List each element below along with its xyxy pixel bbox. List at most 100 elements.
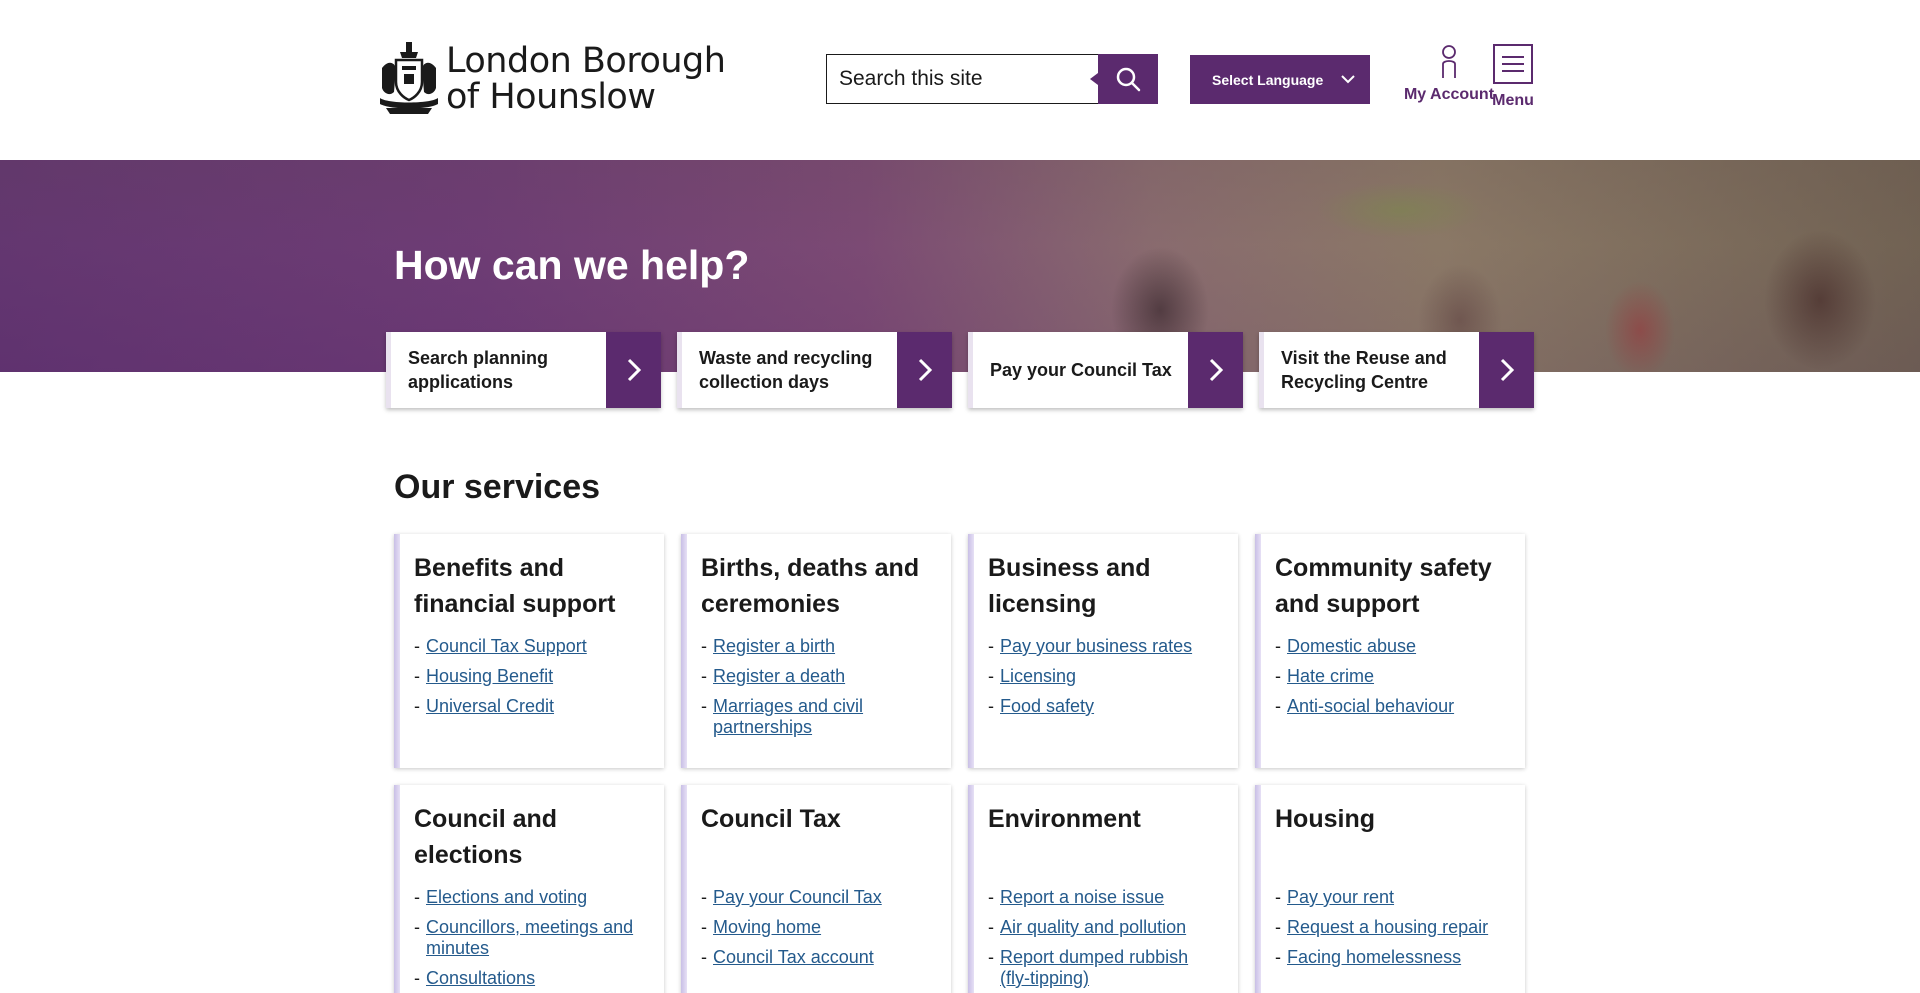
- service-card-title: Business and licensing: [988, 554, 1151, 618]
- service-card-housing: Housing Pay your rent Request a housing …: [1255, 785, 1525, 993]
- service-card-title: Council and elections: [414, 805, 558, 869]
- service-link[interactable]: Council Tax account: [713, 947, 874, 967]
- service-link-item: Air quality and pollution: [988, 917, 1220, 938]
- language-select-label: Select Language: [1212, 71, 1324, 88]
- service-card-council-elections: Council and elections Elections and voti…: [394, 785, 664, 993]
- quick-link-arrow: [606, 332, 661, 408]
- service-link-item: Facing homelessness: [1275, 947, 1507, 968]
- service-card-title: Benefits and financial support: [414, 554, 616, 618]
- service-link[interactable]: Housing Benefit: [426, 666, 553, 686]
- hamburger-icon: [1493, 44, 1533, 84]
- service-link[interactable]: Register a birth: [713, 636, 835, 656]
- quick-link-label: Visit the Reuse and Recycling Centre: [1281, 348, 1447, 392]
- quick-link-label: Search planning applications: [408, 348, 549, 392]
- service-card-benefits: Benefits and financial support Council T…: [394, 534, 664, 768]
- chevron-right-icon: [1209, 358, 1223, 382]
- service-link[interactable]: Licensing: [1000, 666, 1076, 686]
- service-link-item: Marriages and civil partnerships: [701, 696, 933, 738]
- quick-link-arrow: [1188, 332, 1243, 408]
- service-card-business: Business and licensing Pay your business…: [968, 534, 1238, 768]
- service-link[interactable]: Food safety: [1000, 696, 1094, 716]
- service-links: Register a birth Register a death Marria…: [701, 636, 933, 738]
- service-card-title: Council Tax: [701, 805, 841, 833]
- service-link-item: Consultations: [414, 968, 646, 989]
- service-link-item: Domestic abuse: [1275, 636, 1507, 657]
- quick-link-planning[interactable]: Search planning applications: [386, 332, 661, 408]
- service-link[interactable]: Council Tax Support: [426, 636, 587, 656]
- quick-link-arrow: [897, 332, 952, 408]
- menu-button[interactable]: Menu: [1490, 44, 1536, 110]
- service-link[interactable]: Moving home: [713, 917, 821, 937]
- chevron-right-icon: [627, 358, 641, 382]
- service-link[interactable]: Report dumped rubbish (fly-tipping): [1000, 947, 1188, 988]
- service-card-title: Births, deaths and ceremonies: [701, 554, 920, 618]
- service-link-item: Councillors, meetings and minutes: [414, 917, 646, 959]
- service-link-item: Housing Benefit: [414, 666, 646, 687]
- chevron-right-icon: [918, 358, 932, 382]
- service-card-title: Environment: [988, 805, 1141, 833]
- service-link[interactable]: Anti-social behaviour: [1287, 696, 1454, 716]
- service-link[interactable]: Pay your rent: [1287, 887, 1394, 907]
- site-name-line2: of Hounslow: [446, 77, 656, 117]
- service-link-item: Elections and voting: [414, 887, 646, 908]
- menu-label: Menu: [1492, 92, 1534, 109]
- service-link[interactable]: Facing homelessness: [1287, 947, 1461, 967]
- service-link[interactable]: Pay your Council Tax: [713, 887, 882, 907]
- service-link[interactable]: Pay your business rates: [1000, 636, 1192, 656]
- service-card-title: Housing: [1275, 805, 1375, 833]
- service-link[interactable]: Report a noise issue: [1000, 887, 1164, 907]
- service-link[interactable]: Marriages and civil partnerships: [713, 696, 863, 737]
- service-link[interactable]: Consultations: [426, 968, 535, 988]
- service-link-item: Anti-social behaviour: [1275, 696, 1507, 717]
- service-link-item: Council Tax account: [701, 947, 933, 968]
- service-link[interactable]: Register a death: [713, 666, 845, 686]
- coat-of-arms-icon: [380, 42, 438, 114]
- hero-title: How can we help?: [394, 242, 750, 288]
- quick-link-label: Pay your Council Tax: [990, 360, 1172, 380]
- service-link[interactable]: Domestic abuse: [1287, 636, 1416, 656]
- service-links: Pay your business rates Licensing Food s…: [988, 636, 1220, 717]
- search-icon: [1116, 67, 1141, 92]
- my-account-label: My Account: [1403, 86, 1495, 103]
- service-links: Pay your rent Request a housing repair F…: [1275, 887, 1507, 968]
- quick-link-waste[interactable]: Waste and recycling collection days: [677, 332, 952, 408]
- hero-banner: How can we help?: [0, 160, 1920, 372]
- service-link-item: Pay your rent: [1275, 887, 1507, 908]
- service-link[interactable]: Councillors, meetings and minutes: [426, 917, 633, 958]
- quick-link-label: Waste and recycling collection days: [699, 348, 873, 392]
- quick-link-council-tax[interactable]: Pay your Council Tax: [968, 332, 1243, 408]
- service-link[interactable]: Universal Credit: [426, 696, 554, 716]
- site-name-line1: London Borough: [446, 41, 726, 81]
- service-link[interactable]: Request a housing repair: [1287, 917, 1488, 937]
- site-logo[interactable]: London Borough of Hounslow: [378, 40, 726, 118]
- service-links: Council Tax Support Housing Benefit Univ…: [414, 636, 646, 717]
- service-link-item: Pay your Council Tax: [701, 887, 933, 908]
- service-link-item: Register a birth: [701, 636, 933, 657]
- service-links: Report a noise issue Air quality and pol…: [988, 887, 1220, 989]
- search-input[interactable]: [826, 54, 1098, 104]
- service-link[interactable]: Elections and voting: [426, 887, 587, 907]
- services-heading: Our services: [394, 468, 601, 506]
- service-link[interactable]: Air quality and pollution: [1000, 917, 1186, 937]
- quick-link-reuse-recycling[interactable]: Visit the Reuse and Recycling Centre: [1259, 332, 1534, 408]
- language-select[interactable]: Select Language: [1190, 55, 1370, 104]
- service-card-births-deaths: Births, deaths and ceremonies Register a…: [681, 534, 951, 768]
- service-link-item: Report a noise issue: [988, 887, 1220, 908]
- service-link-item: Moving home: [701, 917, 933, 938]
- service-link-item: Council Tax Support: [414, 636, 646, 657]
- user-icon: [1442, 45, 1456, 78]
- service-link-item: Register a death: [701, 666, 933, 687]
- chevron-right-icon: [1500, 358, 1514, 382]
- site-header: London Borough of Hounslow Select Langua…: [0, 0, 1920, 160]
- site-search: [826, 54, 1158, 104]
- service-link-item: Universal Credit: [414, 696, 646, 717]
- service-link-item: Request a housing repair: [1275, 917, 1507, 938]
- service-link[interactable]: Hate crime: [1287, 666, 1374, 686]
- search-button[interactable]: [1090, 54, 1158, 104]
- service-link-item: Licensing: [988, 666, 1220, 687]
- chevron-down-icon: [1341, 75, 1355, 84]
- site-name: London Borough of Hounslow: [446, 41, 726, 117]
- service-link-item: Hate crime: [1275, 666, 1507, 687]
- service-card-environment: Environment Report a noise issue Air qua…: [968, 785, 1238, 993]
- service-link-item: Report dumped rubbish (fly-tipping): [988, 947, 1220, 989]
